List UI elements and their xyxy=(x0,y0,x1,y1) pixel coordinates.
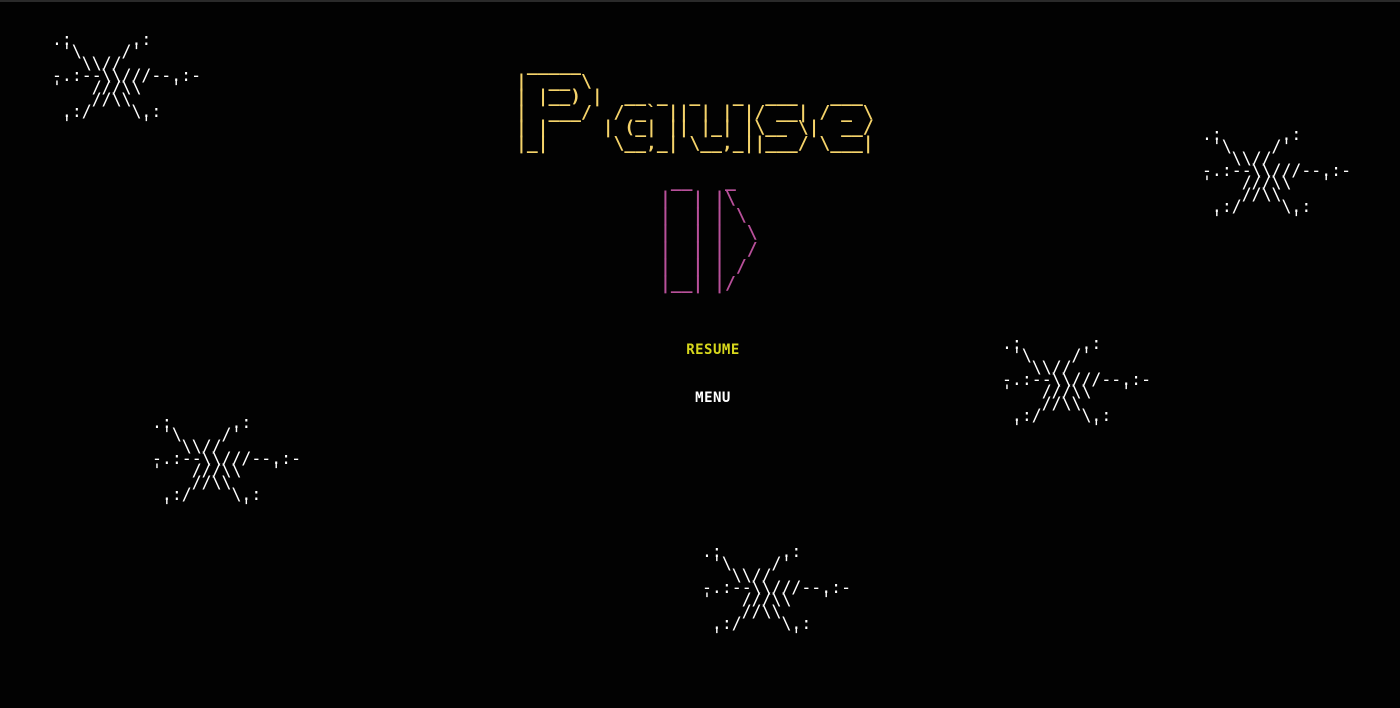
resume-button[interactable]: RESUME xyxy=(613,342,813,358)
pause-screen: _____ | __ \ | |__) | __ _ _ _ ___ ___ |… xyxy=(0,0,1400,708)
snowflake-icon: .: .: '\ /' \\// -.:--\\///--.:- ' ///\\… xyxy=(1002,334,1152,437)
snowflake-icon: .: .: '\ /' \\// -.:--\\///--.:- ' ///\\… xyxy=(1202,125,1352,228)
snowflake-icon: .: .: '\ /' \\// -.:--\\///--.:- ' ///\\… xyxy=(702,542,852,645)
snowflake-icon: .: .: '\ /' \\// -.:--\\///--.:- ' ///\\… xyxy=(152,413,302,516)
pause-title-ascii: _____ | __ \ | |__) | __ _ _ _ ___ ___ |… xyxy=(516,55,874,154)
menu-button[interactable]: MENU xyxy=(613,390,813,406)
snowflake-icon: .: .: '\ /' \\// -.:--\\///--.:- ' ///\\… xyxy=(52,30,202,133)
pause-play-icon: __ _ | | |\ | | | \ | | | \ | | | / | | … xyxy=(660,171,758,294)
